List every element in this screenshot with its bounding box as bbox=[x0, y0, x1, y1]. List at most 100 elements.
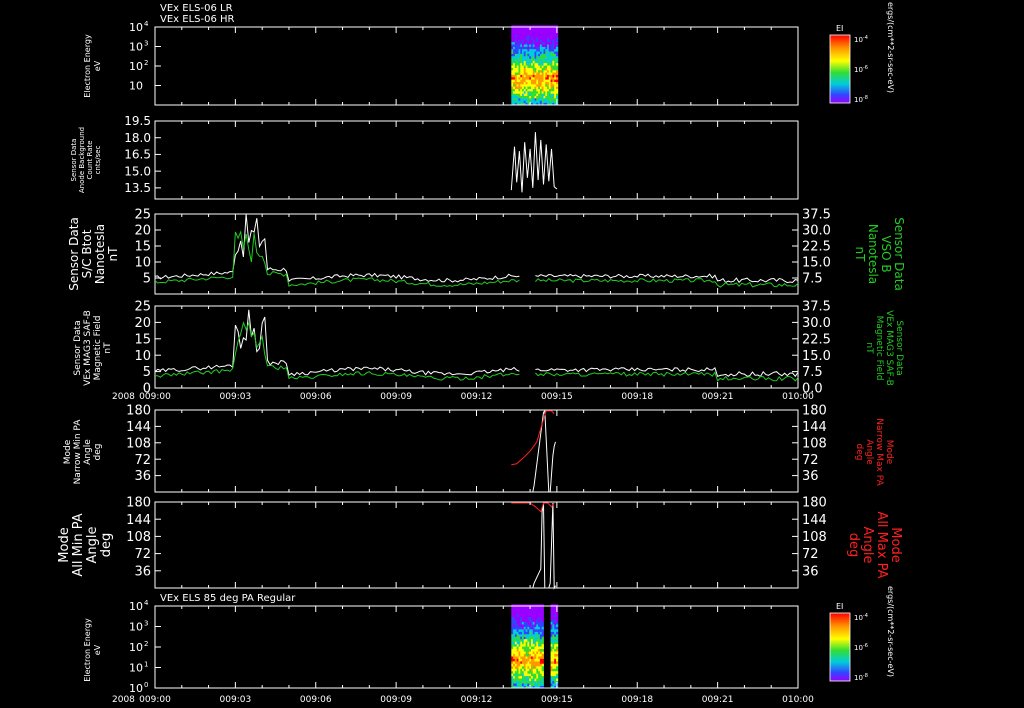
spectrogram-cell bbox=[541, 670, 544, 674]
panel4-ylabel-right-2: VEx MAG3 SAF-B bbox=[884, 310, 894, 386]
panel4-ylabel-4: nT bbox=[103, 342, 113, 354]
panel5-yaxis-right: 180144108 7236 bbox=[792, 404, 827, 484]
xaxis-tick-label: 009:18 bbox=[621, 695, 653, 705]
panel6-ylabel-right-3: Angle bbox=[860, 527, 875, 564]
xaxis-bottom-labels: 009:00 009:03 009:06 009:09 009:12 009:15 009:… bbox=[139, 695, 814, 705]
panel6-yaxis-left: 180 144 108 72 36 bbox=[126, 496, 161, 579]
ytick-label: 10 bbox=[129, 41, 143, 54]
xaxis-tick-label: 009:15 bbox=[541, 392, 573, 402]
spectrogram-cell bbox=[556, 79, 559, 82]
panel1-spectrogram-cells bbox=[511, 25, 559, 106]
spectrogram-cell bbox=[556, 44, 559, 47]
colorbar-top-ticks: 10-4 10-6 10-8 bbox=[854, 35, 868, 104]
panel5-ylabel-3: Angle bbox=[83, 439, 93, 465]
panel4-ylabel-right-4: nT bbox=[864, 342, 874, 354]
series-green bbox=[154, 230, 520, 287]
spectrogram-cell bbox=[556, 658, 559, 662]
ytick-label: 13.5 bbox=[124, 181, 151, 195]
ytick-label: 180 bbox=[126, 404, 151, 419]
xaxis-tick-label: 009:15 bbox=[541, 695, 573, 705]
colorbar-top-label: EI bbox=[836, 24, 843, 33]
ytick-label-right: 30.0 bbox=[802, 224, 831, 239]
ytick-label: 10 bbox=[134, 256, 151, 271]
spectrogram-cell bbox=[556, 62, 559, 66]
panel5-ylabel-4: deg bbox=[93, 444, 103, 461]
panel3-ylabel-4: nT bbox=[106, 246, 120, 262]
ytick-label: 180 bbox=[126, 496, 151, 511]
spectrogram-cell bbox=[556, 53, 559, 57]
colorbar-bottom bbox=[829, 612, 851, 682]
spectrogram-cell bbox=[556, 83, 559, 87]
ytick-label: 10 bbox=[129, 682, 143, 695]
panel6-ylabel-4: deg bbox=[99, 533, 114, 558]
panel5-ylabel-1: Mode bbox=[63, 439, 73, 464]
spectrogram-cell bbox=[556, 641, 559, 645]
ytick-label: 10 bbox=[134, 349, 151, 364]
xaxis-tick-label: 009:09 bbox=[380, 392, 412, 402]
ytick-label: 72 bbox=[134, 453, 151, 468]
spectrogram-cell bbox=[556, 91, 559, 94]
ytick-label-right: 144 bbox=[802, 420, 827, 435]
xaxis-tick-label: 009:09 bbox=[380, 695, 412, 705]
panel6-ylabel-3: Angle bbox=[85, 527, 100, 564]
ytick-label-right: 108 bbox=[802, 530, 827, 545]
spectrogram-cell bbox=[556, 653, 559, 657]
colorbar-top-tick-3: 10-8 bbox=[854, 95, 868, 104]
spectrogram-cell bbox=[556, 74, 559, 78]
series-line-0 bbox=[510, 132, 558, 193]
spectrogram-cell bbox=[556, 675, 559, 679]
ytick-exponent: 3 bbox=[144, 620, 148, 628]
spectrogram-cell bbox=[556, 41, 559, 45]
spectrogram-cell bbox=[556, 93, 559, 96]
panel7-ylabel-2: eV bbox=[93, 644, 102, 655]
ytick-label: 10 bbox=[129, 60, 143, 73]
panel-all-pa: 180 144 108 72 36 180 144 108 72 36 Mode All Min… bbox=[57, 496, 903, 590]
spectrogram-cell bbox=[556, 670, 559, 674]
ytick-label: 15 bbox=[134, 240, 151, 255]
spectrogram-cell bbox=[541, 641, 544, 645]
colorbar-bottom-tick-2: 10-6 bbox=[854, 643, 868, 652]
xaxis-tick-label: 009:12 bbox=[461, 392, 493, 402]
panel2-series bbox=[510, 132, 558, 193]
panel3-ylabel-1: Sensor Data bbox=[67, 217, 81, 291]
spectrogram-cell bbox=[556, 67, 559, 71]
ytick-exponent: 1 bbox=[144, 661, 148, 669]
panel5-ylabel-right-1: Mode bbox=[884, 440, 894, 465]
ytick-label: 36 bbox=[134, 564, 151, 579]
spectrogram-cell bbox=[556, 39, 559, 43]
ytick-label-right: 108 bbox=[802, 436, 827, 451]
panel3-frame bbox=[154, 213, 799, 295]
ytick-label: 5 bbox=[143, 272, 151, 287]
spectrogram-cell bbox=[541, 663, 544, 667]
ytick-label: 20 bbox=[134, 316, 151, 331]
ytick-label-right: 22.5 bbox=[802, 240, 831, 255]
panel6-ylabel-right-4: deg bbox=[846, 533, 861, 558]
ytick-label: 10 bbox=[129, 621, 143, 634]
panel7-frame bbox=[154, 605, 799, 689]
ytick-label: 15 bbox=[134, 332, 151, 347]
ytick-label: 108 bbox=[126, 436, 151, 451]
ytick-exponent: 2 bbox=[144, 59, 148, 67]
ytick-label: 5 bbox=[143, 365, 151, 380]
panel3-ylabel-right-2: VSO B bbox=[879, 235, 893, 272]
panel2-frame bbox=[154, 120, 799, 200]
series-green bbox=[535, 371, 799, 382]
panel-mag3: 2520151050 37.530.022.515.07.50.0 Sensor… bbox=[73, 300, 904, 397]
panel-count-rate: 19.5 18.0 16.5 15.0 13.5 Sensor Data Anode B… bbox=[70, 114, 799, 200]
spectrogram-cell bbox=[556, 46, 559, 50]
panel3-ylabel-right-4: nT bbox=[853, 247, 867, 263]
spectrogram-cell bbox=[556, 58, 559, 61]
xaxis-tick-label: 009:00 bbox=[139, 695, 171, 705]
panel5-ylabel-right-2: Narrow Max PA bbox=[874, 418, 884, 486]
panel5-frame bbox=[154, 409, 799, 493]
spectrogram-cell bbox=[541, 646, 544, 650]
colorbar-top-unit: ergs/(cm**2-sr-sec-eV) bbox=[886, 2, 895, 93]
spectrogram-cell bbox=[541, 675, 544, 679]
panel3-ylabel-right-1: Sensor Data bbox=[892, 217, 906, 291]
ytick-label: 16.5 bbox=[124, 148, 151, 162]
plot-canvas: VEx ELS-06 LR VEx ELS-06 HR 10 410 310 210 … bbox=[57, 2, 906, 705]
xaxis-tick-label: 009:12 bbox=[461, 695, 493, 705]
ytick-label: 144 bbox=[126, 420, 151, 435]
spectrogram-cell bbox=[541, 678, 544, 682]
panel7-ylabel-1: Electron Energy bbox=[83, 618, 92, 682]
